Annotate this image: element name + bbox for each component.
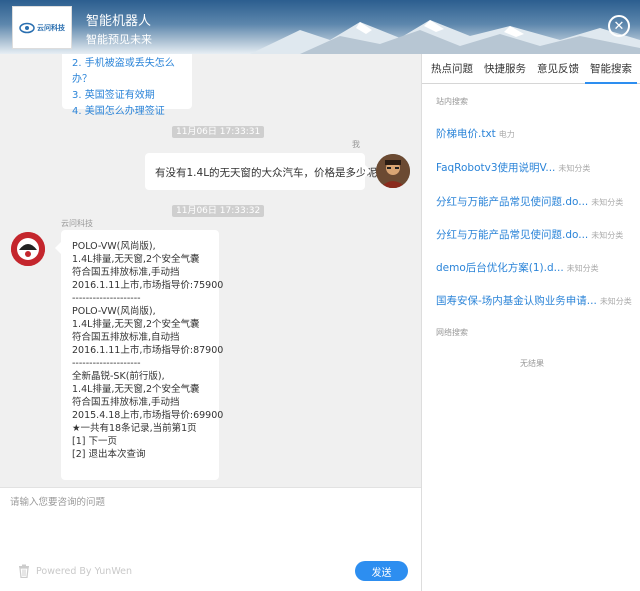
site-search-label: 站内搜索 — [436, 97, 468, 106]
search-result-title[interactable]: 阶梯电价.txt — [436, 128, 496, 140]
powered-by-text: Powered By YunWen — [36, 565, 133, 577]
bot-message-line: 符合国五排放标准,手动挡 — [72, 267, 180, 278]
bot-message-line: 2016.1.11上市,市场指导价:87900 — [72, 345, 224, 356]
web-search-label: 网络搜索 — [436, 328, 468, 337]
search-result-title[interactable]: demo后台优化方案(1).d... — [436, 262, 564, 274]
logo-text: 云问科技 — [37, 23, 65, 32]
powered-by: Powered By YunWen — [18, 564, 132, 578]
app-subtitle: 智能预见未来 — [86, 33, 152, 46]
no-result-text: 无结果 — [520, 359, 544, 368]
message-input[interactable] — [10, 494, 410, 554]
search-result-category: 未知分类 — [591, 231, 624, 240]
bot-avatar — [11, 232, 45, 266]
bot-message-line: 符合国五排放标准,手动挡 — [72, 397, 180, 408]
chat-history[interactable]: 2. 手机被盗或丢失怎么办？ 3. 英国签证有效期 4. 美国怎么办理签证 11… — [0, 54, 421, 487]
message-timestamp: 11月06日 17:33:31 — [172, 126, 265, 138]
search-result-item[interactable]: 国寿安保-场内基金认购业务申请... 未知分类 — [436, 293, 636, 308]
bot-message-line: 1.4L排量,无天窗,2个安全气囊 — [72, 384, 200, 395]
faq-suggestion-item[interactable]: 4. 美国怎么办理签证 — [72, 104, 192, 120]
faq-suggestion-item[interactable]: 3. 英国签证有效期 — [72, 88, 192, 104]
bot-name: 云问科技 — [61, 219, 93, 228]
search-result-category: 电力 — [498, 130, 515, 139]
faq-suggestion-card: 2. 手机被盗或丢失怎么办？ 3. 英国签证有效期 4. 美国怎么办理签证 — [62, 54, 192, 117]
header: 云问科技 智能机器人 智能预见未来 ✕ — [0, 0, 640, 54]
bot-message-line: 全新晶锐-SK(前行版), — [72, 371, 165, 382]
bot-message-line: 1.4L排量,无天窗,2个安全气囊 — [72, 319, 200, 330]
search-result-item[interactable]: 阶梯电价.txt 电力 — [436, 126, 636, 141]
tab-hot-questions[interactable]: 热点问题 — [426, 54, 478, 84]
trash-icon — [19, 564, 29, 578]
bot-message-line: 符合国五排放标准,自动挡 — [72, 332, 180, 343]
user-avatar — [376, 154, 410, 188]
bot-message-line: [2] 退出本次查询 — [72, 449, 146, 460]
company-logo: 云问科技 — [12, 6, 72, 49]
message-composer: Powered By YunWen 发送 — [0, 487, 421, 591]
search-result-category: 未知分类 — [599, 297, 632, 306]
search-result-item[interactable]: demo后台优化方案(1).d... 未知分类 — [436, 260, 636, 275]
faq-suggestion-item[interactable]: 2. 手机被盗或丢失怎么办？ — [72, 56, 192, 88]
close-icon: ✕ — [613, 18, 625, 34]
bot-message-line: POLO-VW(风尚版), — [72, 306, 156, 317]
user-name: 我 — [352, 140, 360, 149]
search-result-category: 未知分类 — [558, 164, 591, 173]
send-button[interactable]: 发送 — [355, 561, 408, 581]
bot-message-line: 2016.1.11上市,市场指导价:75900 — [72, 280, 224, 291]
app-title: 智能机器人 — [86, 14, 152, 29]
side-panel: 热点问题 快捷服务 意见反馈 智能搜索 站内搜索 阶梯电价.txt 电力 FaqR… — [421, 54, 640, 591]
bot-message-line: [1] 下一页 — [72, 436, 117, 447]
search-result-item[interactable]: FaqRobotv3使用说明V... 未知分类 — [436, 160, 636, 175]
bot-message-bubble: POLO-VW(风尚版), 1.4L排量,无天窗,2个安全气囊 符合国五排放标准… — [55, 230, 224, 480]
bot-message-line: 2015.4.18上市,市场指导价:69900 — [72, 410, 224, 421]
cloud-logo-icon — [19, 22, 35, 33]
search-result-item[interactable]: 分红与万能产品常见使问题.do... 未知分类 — [436, 227, 636, 242]
search-result-title[interactable]: FaqRobotv3使用说明V... — [436, 162, 555, 174]
search-result-title[interactable]: 国寿安保-场内基金认购业务申请... — [436, 295, 597, 307]
search-result-category: 未知分类 — [591, 198, 624, 207]
bot-message-line: 1.4L排量,无天窗,2个安全气囊 — [72, 254, 200, 265]
bot-message-line: POLO-VW(风尚版), — [72, 241, 156, 252]
tab-feedback[interactable]: 意见反馈 — [532, 54, 584, 84]
search-result-title[interactable]: 分红与万能产品常见使问题.do... — [436, 196, 588, 208]
bot-message-line: -------------------- — [72, 293, 141, 304]
bot-message-line: ★一共有18条记录,当前第1页 — [72, 423, 197, 434]
bot-message-line: -------------------- — [72, 358, 141, 369]
search-result-title[interactable]: 分红与万能产品常见使问题.do... — [436, 229, 588, 241]
message-timestamp: 11月06日 17:33:32 — [172, 205, 265, 217]
user-message-bubble: 有没有1.4L的无天窗的大众汽车，价格是多少呢 — [145, 153, 377, 190]
tab-quick-service[interactable]: 快捷服务 — [479, 54, 531, 84]
side-panel-tabs: 热点问题 快捷服务 意见反馈 智能搜索 — [422, 54, 640, 84]
search-result-item[interactable]: 分红与万能产品常见使问题.do... 未知分类 — [436, 194, 636, 209]
tab-smart-search[interactable]: 智能搜索 — [585, 54, 637, 84]
search-result-category: 未知分类 — [566, 264, 599, 273]
close-button[interactable]: ✕ — [608, 15, 630, 37]
